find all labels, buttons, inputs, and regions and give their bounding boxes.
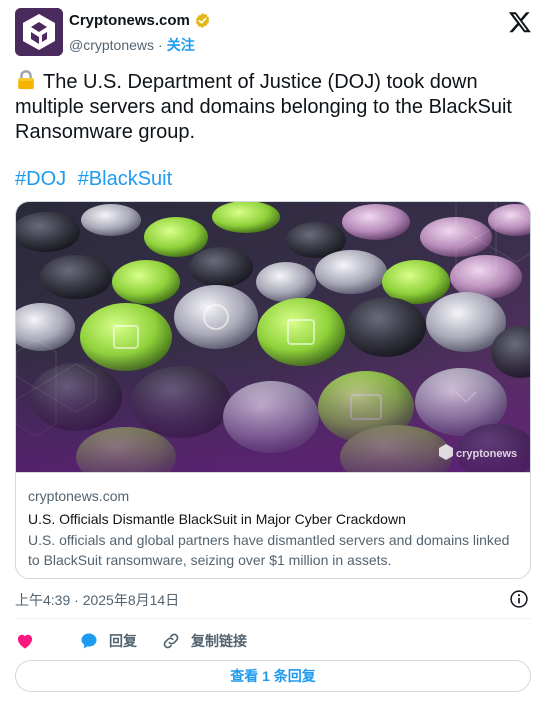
x-logo-icon[interactable] bbox=[508, 10, 532, 34]
author-avatar[interactable] bbox=[15, 8, 63, 56]
card-body: cryptonews.com U.S. Officials Dismantle … bbox=[16, 472, 530, 578]
action-bar: 回复 复制链接 bbox=[15, 629, 271, 653]
lock-icon bbox=[18, 70, 34, 90]
tweet-timestamp[interactable]: 上午4:39 · 2025年8月14日 bbox=[15, 590, 179, 610]
handle-row: @cryptonews · 关注 bbox=[69, 35, 195, 55]
verified-badge-icon bbox=[195, 13, 210, 28]
reply-button[interactable]: 回复 bbox=[79, 631, 137, 651]
cryptonews-logo-icon bbox=[15, 8, 63, 56]
reply-label: 回复 bbox=[109, 633, 137, 649]
card-title: U.S. Officials Dismantle BlackSuit in Ma… bbox=[28, 511, 406, 527]
card-image: cryptonews bbox=[16, 202, 530, 472]
embedded-tweet: Cryptonews.com @cryptonews · 关注 The U.S.… bbox=[0, 0, 547, 708]
card-domain: cryptonews.com bbox=[28, 488, 130, 504]
hashtag-list: #DOJ #BlackSuit bbox=[15, 167, 178, 192]
like-button[interactable] bbox=[15, 631, 35, 651]
divider bbox=[15, 618, 531, 619]
view-replies-button[interactable]: 查看 1 条回复 bbox=[15, 660, 531, 692]
card-description: U.S. officials and global partners have … bbox=[28, 532, 510, 568]
heart-icon bbox=[17, 634, 33, 649]
tweet-text-content: The U.S. Department of Justice (DOJ) too… bbox=[15, 71, 512, 143]
hashtag-blacksuit[interactable]: #BlackSuit bbox=[78, 168, 173, 190]
info-icon[interactable] bbox=[509, 589, 529, 609]
link-icon bbox=[163, 633, 179, 649]
hashtag-doj[interactable]: #DOJ bbox=[15, 168, 66, 190]
follow-link[interactable]: 关注 bbox=[167, 35, 195, 55]
reply-bubble-icon bbox=[81, 633, 97, 649]
tweet-text: The U.S. Department of Justice (DOJ) too… bbox=[15, 69, 530, 145]
author-name-row[interactable]: Cryptonews.com bbox=[69, 12, 211, 29]
view-replies-label: 查看 1 条回复 bbox=[230, 668, 316, 684]
handle-separator: · bbox=[158, 37, 163, 53]
copy-link-label: 复制链接 bbox=[191, 633, 247, 649]
author-name[interactable]: Cryptonews.com bbox=[69, 12, 190, 29]
link-preview-card[interactable]: cryptonews cryptonews.com U.S. Officials… bbox=[15, 201, 531, 579]
watermark-text: cryptonews bbox=[456, 448, 517, 460]
copy-link-button[interactable]: 复制链接 bbox=[161, 631, 247, 651]
author-handle[interactable]: @cryptonews bbox=[69, 37, 154, 53]
